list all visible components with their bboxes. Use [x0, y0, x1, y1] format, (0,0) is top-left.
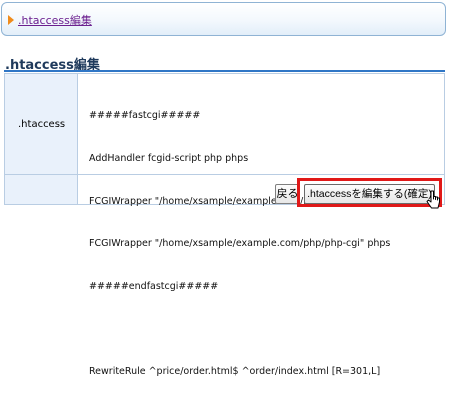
code-line: RewriteRule ^price/order.html$ ^order/in…	[89, 365, 381, 377]
title-divider	[4, 70, 445, 72]
code-line: FCGIWrapper "/home/xsample/example.com/p…	[89, 238, 391, 250]
code-line: AddHandler fcgid-script php phps	[89, 153, 249, 164]
confirm-edit-button[interactable]: .htaccessを編集する(確定)	[304, 184, 435, 204]
field-label: .htaccess	[18, 119, 66, 130]
htaccess-content: #####fastcgi##### AddHandler fcgid-scrip…	[89, 81, 390, 408]
button-row-label-cell	[5, 175, 78, 204]
back-button[interactable]: 戻る	[275, 184, 300, 204]
code-line: #####fastcgi#####	[89, 110, 201, 122]
htaccess-edit-link[interactable]: .htaccess編集	[18, 12, 92, 28]
breadcrumb-panel: .htaccess編集	[1, 2, 446, 36]
field-label-cell: .htaccess	[5, 74, 78, 175]
code-line: #####endfastcgi#####	[89, 280, 219, 292]
arrow-right-icon	[8, 15, 14, 25]
htaccess-content-cell: #####fastcgi##### AddHandler fcgid-scrip…	[78, 74, 444, 377]
